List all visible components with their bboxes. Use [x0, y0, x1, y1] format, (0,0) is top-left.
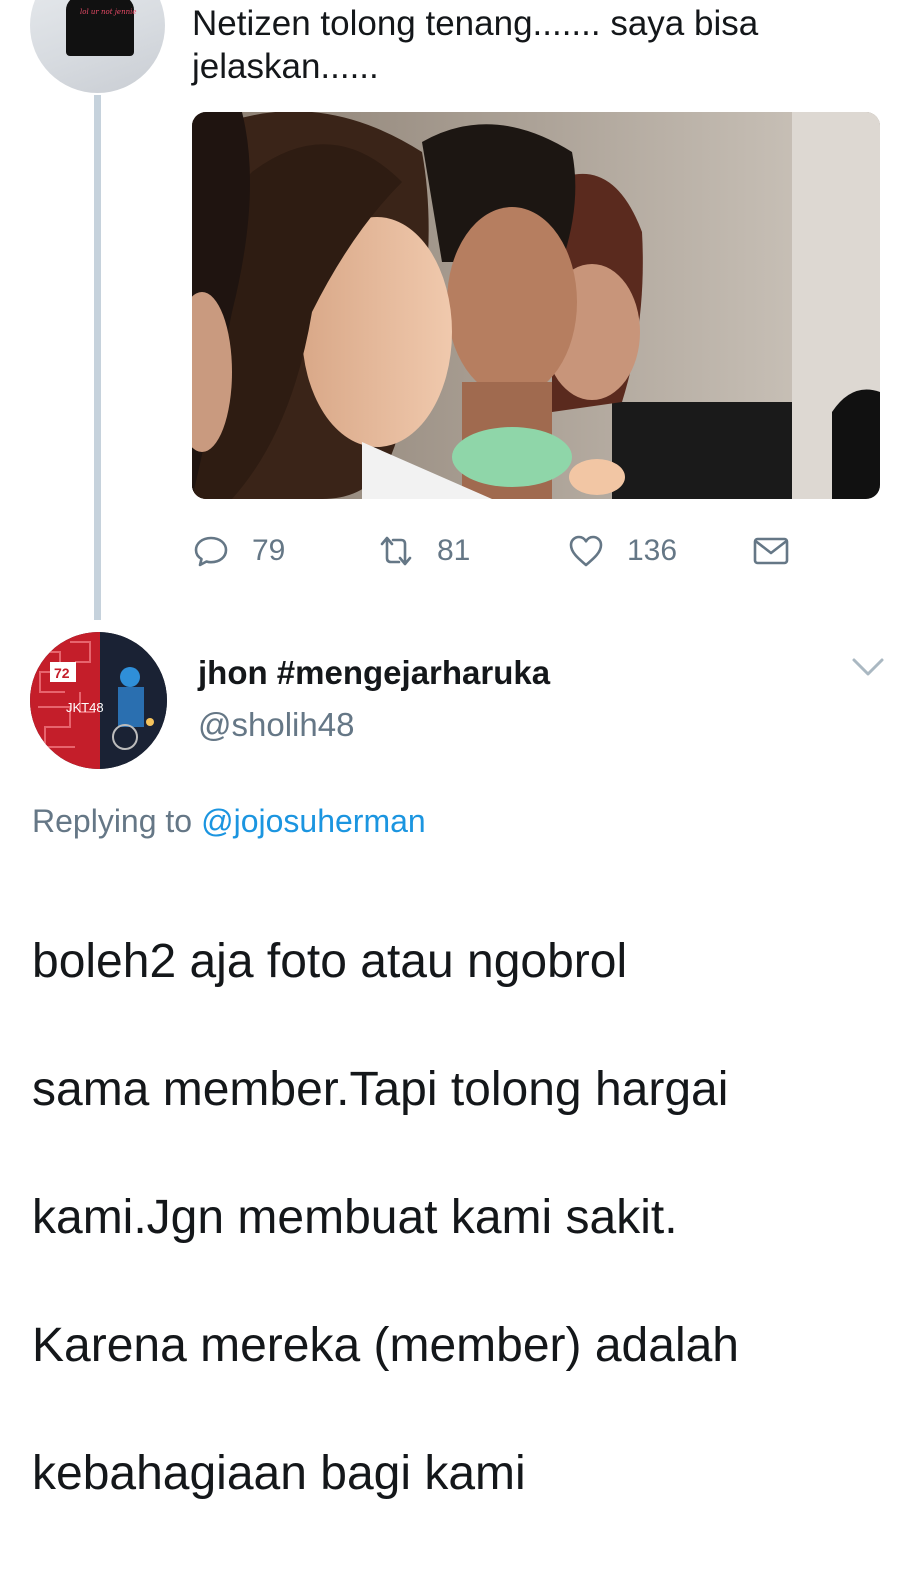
tweet-text-line: boleh2 aja foto atau ngobrol: [32, 930, 892, 994]
user-handle[interactable]: @sholih48: [198, 706, 354, 744]
tweet-text-line: sama member.Tapi tolong hargai: [32, 1058, 892, 1122]
reply-count: 79: [252, 534, 285, 568]
direct-message-button[interactable]: [752, 528, 790, 574]
tweet-text-line: Karena mereka (member) adalah: [32, 1314, 892, 1378]
tweet-text-line: Netizen tolong tenang....... saya bisa: [192, 2, 882, 45]
retweet-count: 81: [437, 534, 470, 568]
tweet-text: boleh2 aja foto atau ngobrol sama member…: [32, 866, 892, 1570]
tweet-photo[interactable]: [192, 112, 880, 499]
thread-connector-line: [94, 95, 101, 620]
envelope-icon: [752, 532, 790, 570]
tweet-text-line: kami.Jgn membuat kami sakit.: [32, 1186, 892, 1250]
like-button[interactable]: 136: [567, 528, 677, 574]
tweet-text: Netizen tolong tenang....... saya bisa j…: [192, 2, 882, 88]
replying-to: Replying to@jojosuherman: [32, 803, 426, 840]
reply-button[interactable]: 79: [192, 528, 285, 574]
avatar[interactable]: 72 JKT48: [30, 632, 167, 769]
tweet-action-bar: 79 81 136: [192, 528, 892, 574]
retweet-button[interactable]: 81: [377, 528, 470, 574]
heart-icon: [567, 532, 605, 570]
tweet-text-line: jelaskan......: [192, 45, 882, 88]
avatar-image: 72 JKT48: [30, 632, 167, 769]
like-count: 136: [627, 534, 677, 568]
chevron-down-icon[interactable]: [850, 652, 886, 682]
avatar-shirt-print: lol ur not jennie: [80, 8, 136, 16]
replying-to-label: Replying to: [32, 803, 192, 839]
avatar-badge-number: 72: [54, 665, 70, 681]
photo-illustration: [192, 112, 880, 499]
retweet-icon: [377, 532, 415, 570]
avatar[interactable]: lol ur not jennie: [30, 0, 165, 93]
mention-link[interactable]: @jojosuherman: [201, 803, 426, 839]
display-name[interactable]: jhon #mengejarharuka: [198, 654, 550, 692]
reply-icon: [192, 532, 230, 570]
tweet-text-line: kebahagiaan bagi kami: [32, 1442, 892, 1506]
avatar-badge-text: JKT48: [66, 700, 104, 715]
